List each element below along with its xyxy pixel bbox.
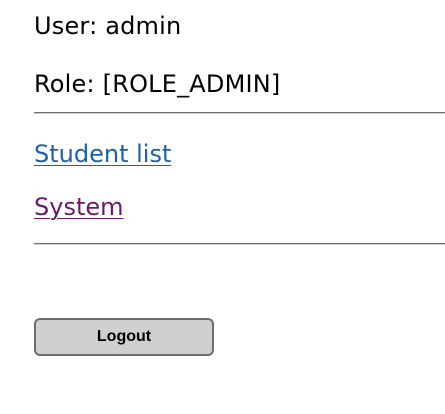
bottom-divider — [34, 243, 445, 245]
system-link[interactable]: System — [34, 193, 124, 221]
user-info: User: admin — [34, 12, 182, 40]
page-content: User: admin Role: [ROLE_ADMIN] Student l… — [34, 0, 445, 414]
student-list-link[interactable]: Student list — [34, 140, 171, 168]
top-divider — [34, 112, 445, 114]
role-info: Role: [ROLE_ADMIN] — [34, 70, 281, 98]
logout-button[interactable]: Logout — [34, 318, 214, 356]
